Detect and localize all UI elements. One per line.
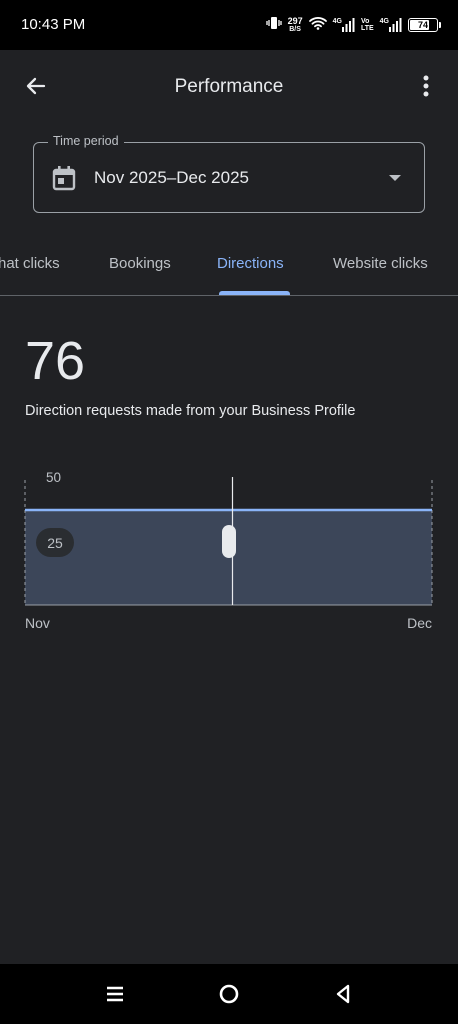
app-bar: Performance <box>0 50 458 122</box>
volte-indicator: Vo LTE <box>361 18 374 32</box>
y-tick-50: 50 <box>46 470 62 485</box>
status-icons: 297 B/S 4G Vo LTE 4G 74 <box>265 14 441 36</box>
metric-description: Direction requests made from your Busine… <box>25 403 356 419</box>
time-period-dropdown[interactable]: Time period Nov 2025–Dec 2025 <box>33 134 425 213</box>
home-circle-icon <box>219 984 239 1004</box>
cellular-signal-icon: 4G <box>380 18 402 32</box>
nav-back-button[interactable] <box>329 980 357 1008</box>
y-tick-25: 25 <box>36 528 74 557</box>
cellular-signal-icon: 4G <box>333 18 355 32</box>
battery-icon: 74 <box>408 18 441 32</box>
recents-button[interactable] <box>101 980 129 1008</box>
volte-bottom: LTE <box>360 25 374 32</box>
volte-top: Vo <box>360 18 370 25</box>
calendar-icon <box>52 166 76 191</box>
x-tick-dec: Dec <box>407 615 432 631</box>
status-bar: 10:43 PM 297 B/S 4G Vo LTE 4G 74 <box>0 0 458 50</box>
page-title: Performance <box>174 76 284 97</box>
arrow-drop-down-icon <box>389 175 401 181</box>
back-triangle-icon <box>336 984 350 1004</box>
active-tab-indicator <box>219 291 290 295</box>
vibrate-icon <box>265 16 282 35</box>
net-speed-value: 297 <box>287 16 303 26</box>
more-vert-icon <box>423 75 429 97</box>
time-period-value: Nov 2025–Dec 2025 <box>94 168 250 187</box>
battery-level: 74 <box>417 20 428 30</box>
signal-label-1: 4G <box>332 18 342 25</box>
tab-directions[interactable]: Directions <box>217 255 284 272</box>
chart-scrub-handle[interactable] <box>222 525 236 558</box>
system-nav-bar <box>0 964 458 1024</box>
metric-value: 76 <box>25 331 86 391</box>
more-options-button[interactable] <box>412 68 440 104</box>
home-button[interactable] <box>215 980 243 1008</box>
status-time: 10:43 PM <box>21 16 86 33</box>
signal-label-2: 4G <box>379 18 389 25</box>
tab-bookings[interactable]: Bookings <box>109 255 171 272</box>
tab-website-clicks[interactable]: Website clicks <box>333 255 428 272</box>
recents-menu-icon <box>107 986 123 1002</box>
net-speed: 297 B/S <box>287 16 303 34</box>
wifi-icon <box>308 16 327 35</box>
tab-chat-clicks[interactable]: hat clicks <box>0 255 60 272</box>
metric-tabs: hat clicks Bookings Directions Website c… <box>0 240 458 296</box>
battery-tip <box>439 22 441 28</box>
time-period-label: Time period <box>48 134 124 148</box>
directions-chart[interactable]: 50 25 Nov Dec <box>0 465 458 640</box>
net-speed-unit: B/S <box>289 26 301 33</box>
x-tick-nov: Nov <box>25 615 50 631</box>
